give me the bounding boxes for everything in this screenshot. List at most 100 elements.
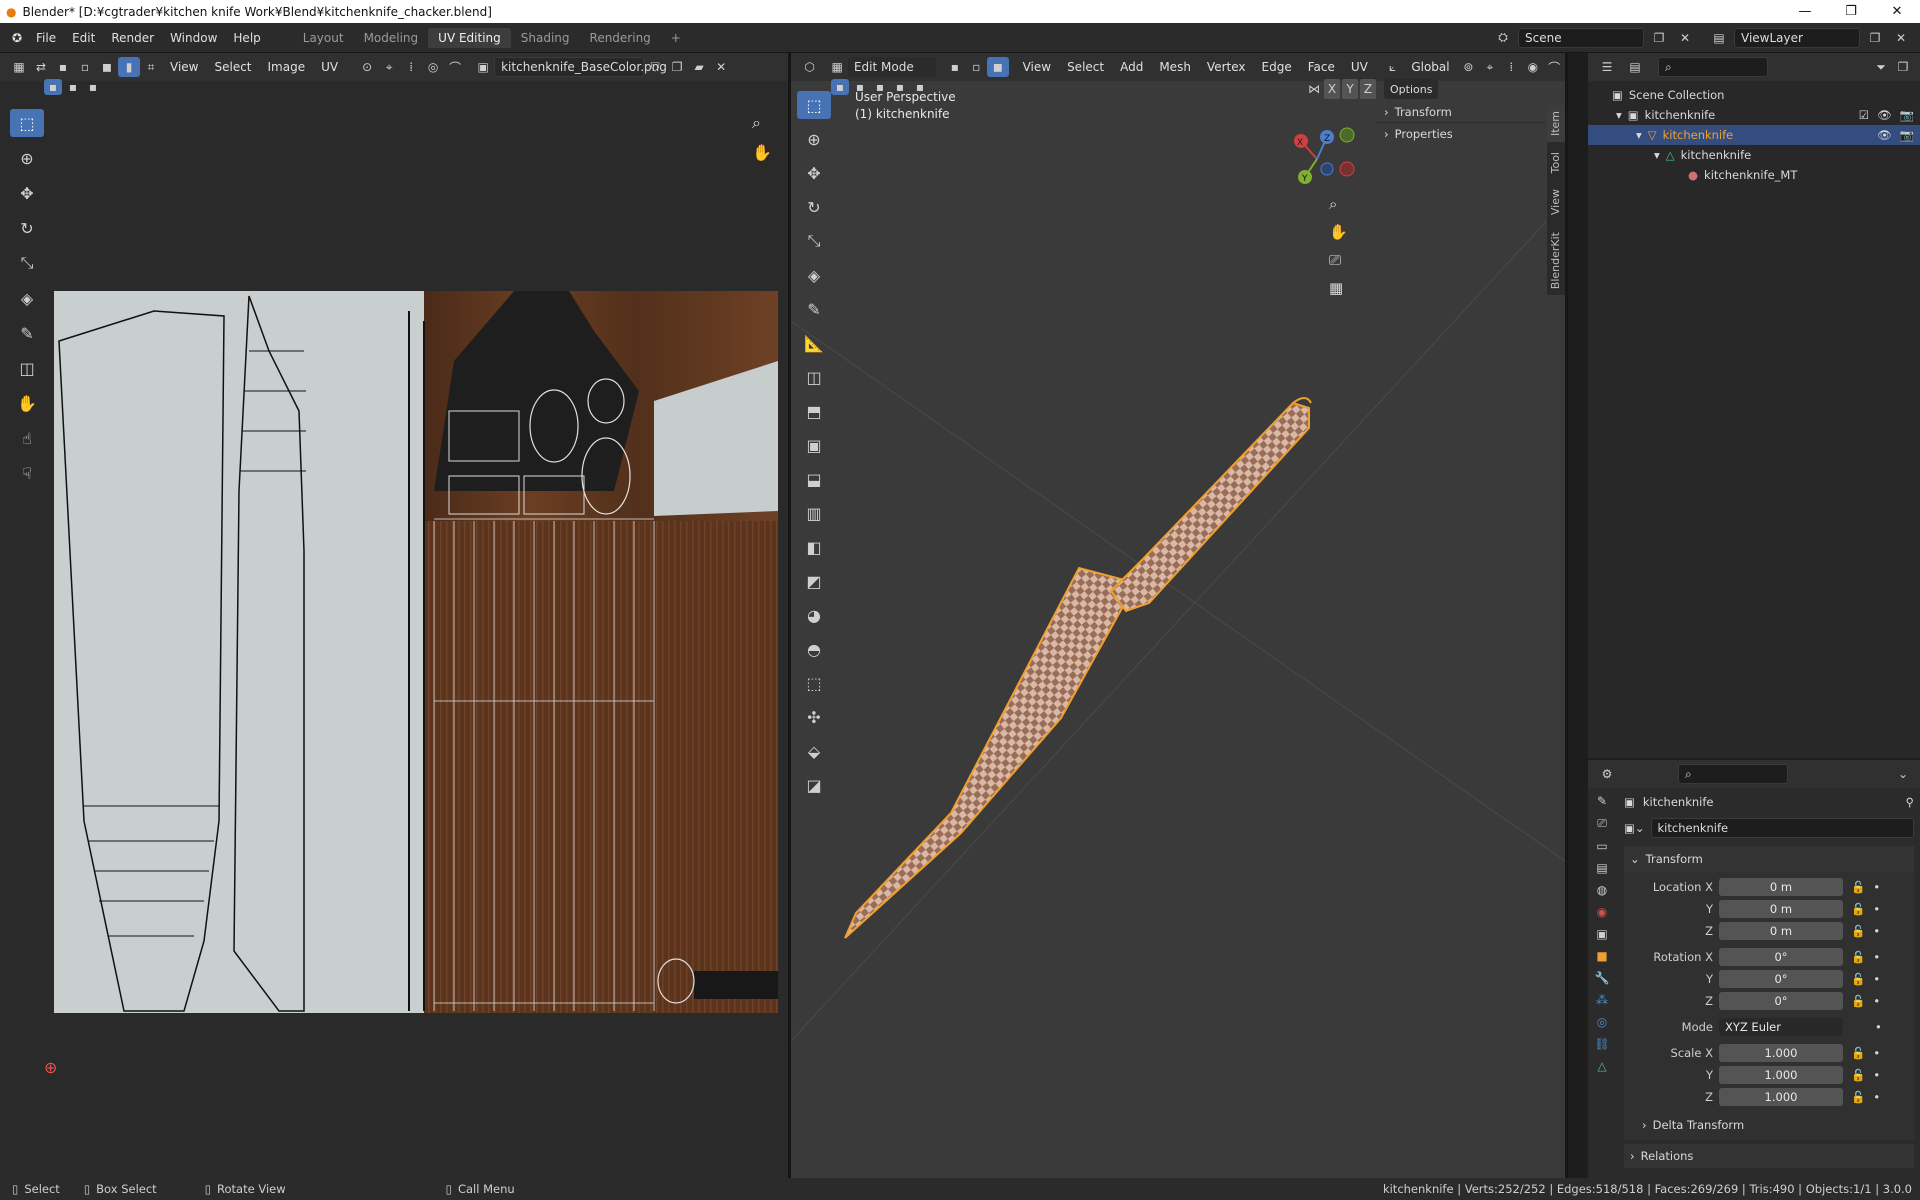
viewport-editor-type-icon[interactable]: ⬡ bbox=[799, 57, 820, 77]
uv-menu-uv[interactable]: UV bbox=[313, 60, 346, 74]
vp-rotate-tool[interactable]: ↻ bbox=[797, 193, 831, 221]
scale-x-field[interactable]: 1.000 bbox=[1719, 1044, 1843, 1062]
outliner-item-object[interactable]: ▾ ▽ kitchenknife 👁 📷 bbox=[1588, 125, 1920, 145]
zoom-icon[interactable]: ⌕ bbox=[752, 113, 761, 133]
select-box-tool[interactable]: ⬚ bbox=[10, 109, 44, 137]
unlink-image-icon[interactable]: ✕ bbox=[710, 57, 732, 77]
sidebar-tab-item[interactable]: Item bbox=[1547, 105, 1565, 143]
open-image-icon[interactable]: ▰ bbox=[688, 57, 710, 77]
fake-user-icon[interactable]: ⛉ bbox=[644, 57, 666, 77]
viewport-menu-edge[interactable]: Edge bbox=[1254, 60, 1300, 74]
menu-help[interactable]: Help bbox=[225, 31, 268, 45]
select-extend-icon[interactable]: ▪ bbox=[64, 79, 82, 95]
keyframe-icon[interactable]: • bbox=[1873, 1090, 1880, 1104]
constraints-tab-icon[interactable]: ⛓ bbox=[1594, 1037, 1609, 1051]
orientation-icon[interactable]: ⟀ bbox=[1382, 57, 1403, 77]
keyframe-icon[interactable]: • bbox=[1873, 880, 1880, 894]
sync-selection-icon[interactable]: ⇄ bbox=[30, 57, 52, 77]
rotation-mode-dropdown[interactable]: XYZ Euler bbox=[1719, 1018, 1843, 1036]
delta-transform-panel[interactable]: › Delta Transform bbox=[1624, 1114, 1914, 1136]
add-workspace-button[interactable]: + bbox=[661, 28, 691, 48]
vertex-select-icon[interactable]: ▪ bbox=[52, 57, 74, 77]
uv-menu-select[interactable]: Select bbox=[206, 60, 259, 74]
physics-tab-icon[interactable]: ◎ bbox=[1597, 1015, 1607, 1029]
delete-view-layer-icon[interactable]: ✕ bbox=[1890, 28, 1912, 48]
snap-icon[interactable]: ⌖ bbox=[378, 57, 400, 77]
object-tab-icon[interactable]: ■ bbox=[1596, 949, 1607, 963]
scale-z-field[interactable]: 1.000 bbox=[1719, 1088, 1843, 1106]
vp-pan-icon[interactable]: ✋ bbox=[1329, 223, 1348, 241]
vp-annotate-tool[interactable]: ✎ bbox=[797, 295, 831, 323]
outliner-search[interactable]: ⌕ bbox=[1658, 57, 1768, 77]
maximize-button[interactable]: ❐ bbox=[1828, 4, 1874, 19]
render-icon[interactable]: 📷 bbox=[1900, 108, 1914, 122]
edit-mode-icon[interactable]: ▦ bbox=[826, 57, 847, 77]
tab-rendering[interactable]: Rendering bbox=[580, 28, 661, 48]
rotate-tool[interactable]: ↻ bbox=[10, 214, 44, 242]
keyframe-icon[interactable]: • bbox=[1875, 1020, 1882, 1034]
view-layer-selector[interactable]: ViewLayer bbox=[1734, 27, 1860, 48]
smooth-tool[interactable]: ◓ bbox=[797, 635, 831, 663]
scene-tab-icon[interactable]: ◍ bbox=[1597, 883, 1607, 897]
island-select-icon[interactable]: ▮ bbox=[118, 57, 140, 77]
tool-tab-icon[interactable]: ✎ bbox=[1597, 794, 1607, 808]
viewport-menu-add[interactable]: Add bbox=[1112, 60, 1151, 74]
knife-tool[interactable]: ◧ bbox=[797, 533, 831, 561]
output-tab-icon[interactable]: ▭ bbox=[1596, 839, 1607, 853]
lock-icon[interactable]: 🔓 bbox=[1851, 1068, 1865, 1082]
rip-region-tool[interactable]: ◪ bbox=[797, 771, 831, 799]
minimize-button[interactable]: — bbox=[1782, 4, 1828, 19]
outliner-item-scene-collection[interactable]: ▣ Scene Collection bbox=[1588, 85, 1920, 105]
menu-file[interactable]: File bbox=[28, 31, 64, 45]
menu-window[interactable]: Window bbox=[162, 31, 225, 45]
properties-options-icon[interactable]: ⌄ bbox=[1892, 764, 1914, 784]
new-view-layer-icon[interactable]: ❐ bbox=[1864, 28, 1886, 48]
lock-icon[interactable]: 🔓 bbox=[1851, 972, 1865, 986]
render-icon[interactable]: 📷 bbox=[1900, 128, 1914, 142]
view-layer-tab-icon[interactable]: ▤ bbox=[1596, 861, 1607, 875]
shrink-fatten-tool[interactable]: ✣ bbox=[797, 703, 831, 731]
face-select-icon[interactable]: ◼ bbox=[96, 57, 118, 77]
world-tab-icon[interactable]: ◉ bbox=[1597, 905, 1607, 919]
area-divider-right[interactable] bbox=[1565, 53, 1568, 1178]
viewport-snap-icon[interactable]: ⌖ bbox=[1479, 57, 1500, 77]
uv-menu-image[interactable]: Image bbox=[260, 60, 314, 74]
snap-increment-icon[interactable]: ⁞ bbox=[1501, 57, 1522, 77]
data-tab-icon[interactable]: △ bbox=[1597, 1059, 1606, 1073]
pin-icon[interactable]: ⚲ bbox=[1906, 795, 1914, 809]
tab-layout[interactable]: Layout bbox=[293, 28, 354, 48]
location-y-field[interactable]: 0 m bbox=[1719, 900, 1843, 918]
visibility-icon[interactable]: 👁 bbox=[1877, 128, 1892, 142]
sidebar-tab-tool[interactable]: Tool bbox=[1547, 146, 1565, 179]
vp-scale-tool[interactable]: ⤡ bbox=[797, 227, 831, 255]
sticky-mode-icon[interactable]: ⌗ bbox=[140, 57, 162, 77]
keyframe-icon[interactable]: • bbox=[1873, 924, 1880, 938]
grab-tool[interactable]: ✋ bbox=[10, 389, 44, 417]
rotation-x-field[interactable]: 0° bbox=[1719, 948, 1843, 966]
location-z-field[interactable]: 0 m bbox=[1719, 922, 1843, 940]
pinch-tool[interactable]: ☟ bbox=[10, 459, 44, 487]
vp-select-box-tool[interactable]: ⬚ bbox=[797, 91, 831, 119]
chevron-down-icon[interactable]: ▾ bbox=[1654, 148, 1660, 162]
properties-editor-type-icon[interactable]: ⚙ bbox=[1596, 764, 1618, 784]
visibility-icon[interactable]: 👁 bbox=[1877, 108, 1892, 122]
pivot-point-icon[interactable]: ⊚ bbox=[1458, 57, 1479, 77]
spin-tool[interactable]: ◕ bbox=[797, 601, 831, 629]
tab-shading[interactable]: Shading bbox=[511, 28, 580, 48]
rotation-z-field[interactable]: 0° bbox=[1719, 992, 1843, 1010]
new-collection-icon[interactable]: ❐ bbox=[1892, 57, 1914, 77]
pan-icon[interactable]: ✋ bbox=[752, 143, 772, 162]
vp-zoom-icon[interactable]: ⌕ bbox=[1329, 195, 1348, 213]
scene-icon[interactable]: ⛭ bbox=[1492, 28, 1514, 48]
lock-icon[interactable]: 🔓 bbox=[1851, 994, 1865, 1008]
chevron-down-icon[interactable]: ▾ bbox=[1616, 108, 1622, 122]
new-scene-icon[interactable]: ❐ bbox=[1648, 28, 1670, 48]
checkbox-icon[interactable]: ☑ bbox=[1859, 108, 1869, 122]
image-browse-icon[interactable]: ▣ bbox=[472, 57, 494, 77]
lock-icon[interactable]: 🔓 bbox=[1851, 1090, 1865, 1104]
modifier-tab-icon[interactable]: 🔧 bbox=[1595, 971, 1610, 985]
rotation-y-field[interactable]: 0° bbox=[1719, 970, 1843, 988]
vp-transform-tool[interactable]: ◈ bbox=[797, 261, 831, 289]
keyframe-icon[interactable]: • bbox=[1873, 1046, 1880, 1060]
outliner-editor-type-icon[interactable]: ☰ bbox=[1596, 57, 1618, 77]
